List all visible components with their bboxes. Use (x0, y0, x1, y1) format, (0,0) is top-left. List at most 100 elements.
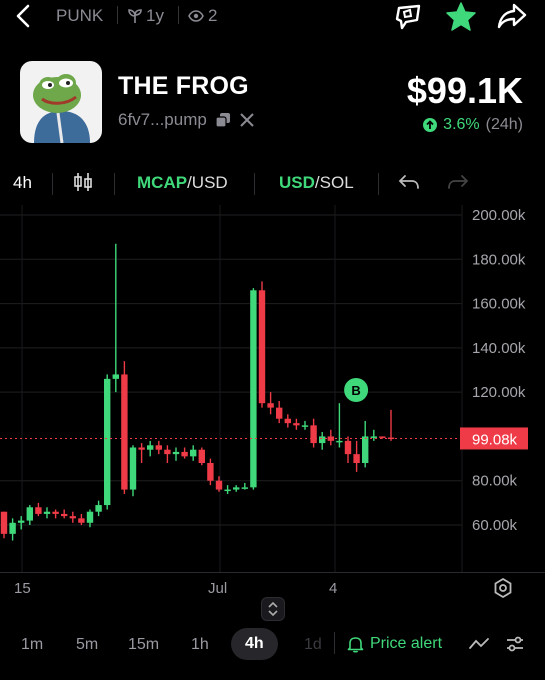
candle-body (172, 451, 180, 455)
y-tick-label: 80.00k (472, 473, 518, 490)
candle-body (258, 290, 266, 404)
candle-body (69, 516, 76, 519)
top-bar: PUNK 1y 2 (0, 0, 545, 34)
candle-body (121, 374, 128, 490)
timeframe-1d[interactable]: 1d (304, 636, 322, 654)
mcap-label: MCAP (137, 173, 188, 192)
candle-body (207, 463, 214, 481)
token-address: 6fv7...pump (118, 110, 207, 129)
sol-suffix: /SOL (314, 173, 354, 192)
candle-body (104, 378, 111, 506)
candle-body (78, 518, 85, 523)
price-chart[interactable]: B 200.00k 180.00k 160.00k 140.00k 120.00k 80.… (0, 205, 545, 573)
timeframe-bar: 1m 5m 15m 1h 4h 1d Price alert (0, 622, 545, 668)
watchers-count: 2 (208, 6, 218, 25)
token-avatar (20, 61, 102, 143)
undo-icon[interactable] (398, 173, 420, 196)
candle-body (233, 487, 240, 490)
timeframe-1h[interactable]: 1h (191, 636, 209, 654)
price-alert-label: Price alert (370, 635, 443, 652)
copy-icon[interactable] (215, 112, 231, 128)
buy-marker-label: B (351, 383, 360, 398)
x-tick: 4 (329, 580, 338, 597)
candle-body (241, 487, 248, 489)
candle-body (35, 507, 42, 514)
candle-body (155, 445, 162, 450)
x-social-icon[interactable] (239, 112, 255, 128)
candle-body (319, 436, 326, 444)
candle-body (181, 451, 188, 457)
candle-body (370, 436, 377, 438)
y-tick-label: 200.00k (472, 207, 526, 224)
candle-body (344, 440, 352, 455)
candle-body (224, 489, 231, 492)
token-price: $99.1K (406, 70, 523, 111)
token-address-row: 6fv7...pump (118, 110, 255, 130)
bell-icon (347, 637, 364, 653)
candle-body (112, 374, 119, 379)
candle-body (215, 480, 223, 490)
eye-icon (188, 10, 204, 22)
price-alert-button[interactable]: Price alert (347, 635, 442, 653)
timeframe-15m[interactable]: 15m (128, 636, 159, 654)
indicator-icon[interactable] (468, 634, 490, 659)
interval-selector[interactable]: 4h (13, 173, 32, 193)
candle-body (26, 507, 33, 521)
candle-body (301, 425, 309, 427)
candle-body (336, 440, 343, 443)
sliders-icon[interactable] (505, 634, 525, 659)
y-tick-label: 120.00k (472, 384, 526, 401)
y-tick-label: 180.00k (472, 251, 526, 268)
favorite-star-icon[interactable] (445, 0, 477, 37)
timeframe-5m[interactable]: 5m (76, 636, 98, 654)
back-chevron-icon[interactable] (12, 2, 34, 35)
candle-body (267, 403, 274, 408)
candlestick-chart[interactable]: B 200.00k 180.00k 160.00k 140.00k 120.00k 80.… (0, 205, 545, 573)
candle-type-icon[interactable] (72, 171, 94, 198)
y-tick-label: 60.00k (472, 517, 518, 534)
y-tick-label: 160.00k (472, 296, 526, 313)
y-tick-label: 140.00k (472, 340, 526, 357)
candle-body (284, 418, 291, 424)
candle-body (362, 436, 369, 463)
chart-settings-icon[interactable] (492, 577, 514, 604)
candle-body (293, 423, 300, 426)
timeframe-1m[interactable]: 1m (21, 636, 43, 654)
candle-body (310, 425, 317, 444)
age-value: 1y (146, 6, 164, 25)
candle-body (9, 522, 16, 534)
redo-icon[interactable] (447, 173, 469, 196)
candle-body (276, 407, 283, 419)
share-card-icon[interactable] (393, 2, 425, 37)
candle-body (0, 511, 8, 534)
price-change: 3.6% (24h) (423, 116, 523, 134)
candle-body (379, 436, 386, 438)
arrow-up-circle-icon (423, 118, 438, 132)
candle-body (190, 449, 197, 457)
mcap-suffix: /USD (187, 173, 228, 192)
mcap-toggle[interactable]: MCAP/USD (137, 173, 228, 193)
candle-body (18, 520, 25, 523)
candle-body (164, 449, 171, 455)
watchers-badge: 2 (188, 6, 217, 26)
timeframe-4h[interactable]: 4h (231, 628, 278, 660)
currency-toggle[interactable]: USD/SOL (279, 173, 354, 193)
candle-body (250, 290, 257, 488)
candle-body (138, 447, 145, 450)
token-name: THE FROG (118, 72, 249, 100)
current-price-label: 99.08k (472, 431, 518, 448)
share-arrow-icon[interactable] (496, 2, 528, 35)
candle-body (86, 511, 94, 523)
x-tick: Jul (208, 580, 228, 597)
candle-body (147, 445, 154, 450)
candle-body (43, 511, 51, 514)
ticker-label: PUNK (56, 6, 104, 25)
chart-toolbar: 4h MCAP/USD USD/SOL (0, 165, 545, 201)
change-percent: 3.6% (443, 116, 480, 133)
candle-body (198, 449, 205, 463)
usd-label: USD (279, 173, 315, 192)
candle-body (52, 511, 59, 514)
candle-body (61, 513, 68, 517)
expand-chart-icon[interactable] (261, 597, 285, 621)
candle-body (353, 454, 360, 463)
